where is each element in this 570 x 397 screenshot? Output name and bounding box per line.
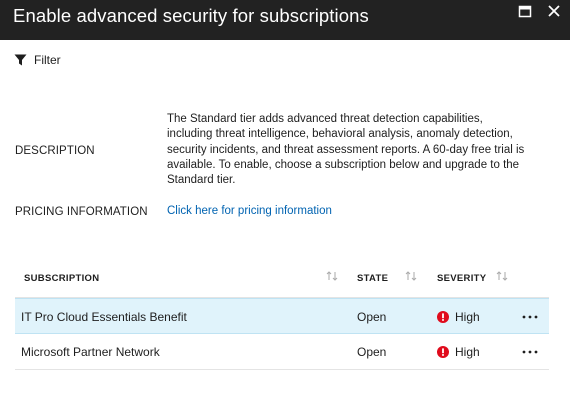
- filter-button[interactable]: Filter: [14, 50, 61, 70]
- subscriptions-table: SUBSCRIPTION STATE SEVERITY IT Pro Cloud…: [15, 262, 549, 370]
- severity-cell: High: [437, 345, 480, 359]
- column-header-severity[interactable]: SEVERITY: [437, 273, 486, 284]
- pricing-label: PRICING INFORMATION: [15, 206, 148, 218]
- sort-icon[interactable]: [405, 271, 417, 281]
- title-bar: Enable advanced security for subscriptio…: [0, 0, 570, 40]
- ellipsis-icon: [522, 315, 538, 319]
- filter-icon: [14, 54, 27, 66]
- column-header-state[interactable]: STATE: [357, 273, 388, 284]
- severity-value: High: [455, 310, 480, 324]
- more-actions-button[interactable]: [519, 340, 543, 360]
- error-icon: [437, 311, 449, 323]
- state-value: Open: [357, 310, 387, 324]
- description-text: The Standard tier adds advanced threat d…: [167, 113, 525, 187]
- ellipsis-icon: [522, 350, 538, 354]
- close-button[interactable]: [542, 0, 566, 40]
- sort-icon[interactable]: [496, 271, 508, 281]
- table-header: SUBSCRIPTION STATE SEVERITY: [15, 262, 549, 298]
- close-icon: [548, 5, 560, 17]
- error-icon: [437, 346, 449, 358]
- blade-title: Enable advanced security for subscriptio…: [13, 5, 369, 26]
- table-row[interactable]: IT Pro Cloud Essentials Benefit Open Hig…: [15, 298, 549, 334]
- subscription-name: IT Pro Cloud Essentials Benefit: [21, 310, 187, 324]
- table-row[interactable]: Microsoft Partner Network Open High: [15, 334, 549, 370]
- maximize-button[interactable]: [513, 0, 537, 40]
- sort-icon[interactable]: [326, 271, 338, 281]
- description-label: DESCRIPTION: [15, 145, 95, 157]
- filter-label: Filter: [34, 53, 61, 67]
- pricing-link[interactable]: Click here for pricing information: [167, 205, 332, 217]
- state-value: Open: [357, 345, 387, 359]
- severity-value: High: [455, 345, 480, 359]
- more-actions-button[interactable]: [519, 305, 543, 325]
- column-header-subscription[interactable]: SUBSCRIPTION: [24, 273, 99, 284]
- severity-cell: High: [437, 310, 480, 324]
- maximize-icon: [518, 5, 532, 18]
- subscription-name: Microsoft Partner Network: [21, 345, 160, 359]
